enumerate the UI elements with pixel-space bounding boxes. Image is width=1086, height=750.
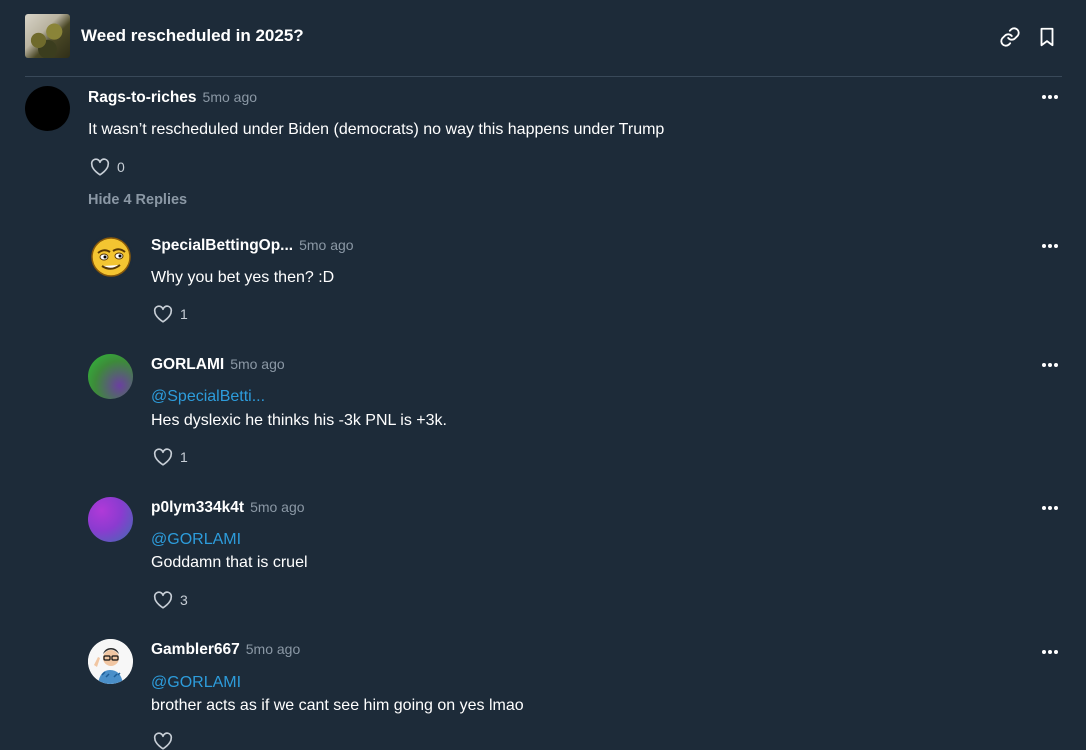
market-header: Weed rescheduled in 2025?	[25, 14, 1062, 58]
reply-username[interactable]: Gambler667	[151, 641, 240, 658]
link-icon[interactable]	[999, 26, 1021, 48]
reply-mention[interactable]: @GORLAMI	[151, 531, 241, 549]
market-thumbnail[interactable]	[25, 14, 70, 58]
avatar[interactable]	[88, 354, 133, 399]
like-count: 1	[180, 449, 188, 465]
reply: Gambler667 5mo ago @GORLAMI brother acts …	[88, 639, 1062, 750]
reply: p0lym334k4t 5mo ago @GORLAMI Goddamn that…	[88, 497, 1062, 617]
heart-icon	[153, 591, 173, 609]
comment-text: It wasn’t rescheduled under Biden (democ…	[88, 121, 665, 138]
like-button[interactable]: 3	[153, 591, 188, 609]
like-button[interactable]: 1	[153, 305, 188, 323]
like-button[interactable]	[153, 732, 180, 750]
bookmark-icon[interactable]	[1036, 26, 1058, 48]
market-title[interactable]: Weed rescheduled in 2025?	[81, 26, 304, 46]
reply-username[interactable]: p0lym334k4t	[151, 499, 244, 516]
reply-text: Why you bet yes then? :D	[151, 269, 335, 286]
reply: SpecialBettingOp... 5mo ago Why you bet y…	[88, 235, 1062, 335]
reply-username[interactable]: GORLAMI	[151, 356, 224, 373]
reply-text: brother acts as if we cant see him going…	[151, 697, 524, 714]
reply-mention[interactable]: @SpecialBetti...	[151, 388, 265, 406]
reply: GORLAMI 5mo ago @SpecialBetti... Hes dysl…	[88, 354, 1062, 474]
heart-icon	[153, 448, 173, 466]
avatar[interactable]	[88, 235, 133, 280]
like-button[interactable]: 1	[153, 448, 188, 466]
more-options-icon[interactable]	[1040, 649, 1060, 655]
reply-time: 5mo ago	[245, 641, 301, 657]
reply-mention[interactable]: @GORLAMI	[151, 674, 241, 692]
more-options-icon[interactable]	[1040, 505, 1060, 511]
comment-username[interactable]: Rags-to-riches	[88, 89, 197, 106]
like-button[interactable]: 0	[90, 158, 125, 176]
more-options-icon[interactable]	[1040, 362, 1060, 368]
more-options-icon[interactable]	[1040, 94, 1060, 100]
like-count: 3	[180, 592, 188, 608]
like-count: 0	[117, 159, 125, 175]
like-count: 1	[180, 306, 188, 322]
avatar[interactable]	[88, 639, 133, 684]
header-divider	[25, 76, 1062, 77]
reply-time: 5mo ago	[230, 356, 285, 372]
reply-time: 5mo ago	[299, 237, 354, 253]
reply-text: Goddamn that is cruel	[151, 554, 308, 571]
reply-text: Hes dyslexic he thinks his -3k PNL is +3…	[151, 412, 447, 429]
comment: Rags-to-riches 5mo ago It wasn’t reschedu…	[25, 86, 1062, 186]
reply-time: 5mo ago	[250, 499, 305, 515]
more-options-icon[interactable]	[1040, 243, 1060, 249]
avatar[interactable]	[25, 86, 70, 131]
heart-icon	[153, 732, 173, 750]
reply-username[interactable]: SpecialBettingOp...	[151, 237, 293, 254]
heart-icon	[153, 305, 173, 323]
comment-time: 5mo ago	[202, 89, 258, 105]
hide-replies-button[interactable]: Hide 4 Replies	[88, 192, 187, 208]
avatar[interactable]	[88, 497, 133, 542]
heart-icon	[90, 158, 110, 176]
